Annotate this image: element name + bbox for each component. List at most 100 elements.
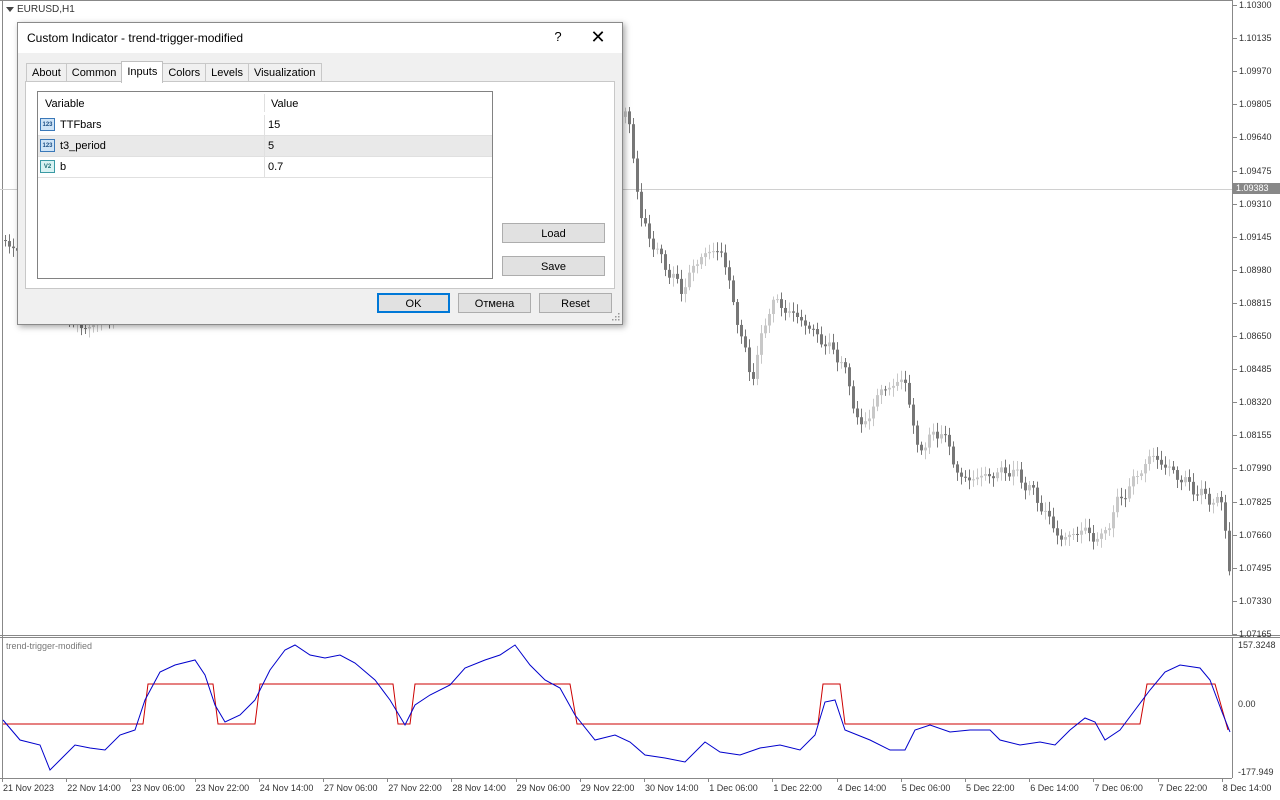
candle-body [892,385,895,388]
custom-indicator-dialog: Custom Indicator - trend-trigger-modifie… [17,22,623,325]
table-row[interactable]: 123 t3_period 5 [38,136,492,157]
reset-button[interactable]: Reset [539,293,612,313]
candle-body [1148,456,1151,464]
candle-body [1132,476,1135,487]
save-button[interactable]: Save [502,256,605,276]
candle-body [628,111,631,125]
candle-body [896,381,899,386]
help-button[interactable]: ? [548,29,568,44]
candle-body [1124,498,1127,500]
candle-body [864,421,867,425]
tab-levels[interactable]: Levels [205,63,249,82]
variable-value[interactable]: 5 [268,136,274,156]
close-icon[interactable]: ✕ [588,27,608,47]
cell-divider [264,157,265,177]
candle-body [640,191,643,219]
price-tick [1233,402,1237,404]
price-scale[interactable]: 1.10300 1.10135 1.09970 1.09805 1.09640 1.094… [1232,0,1280,639]
candle-body [708,251,711,254]
candle-body [1072,533,1075,535]
load-button[interactable]: Load [502,223,605,243]
candle-body [1184,477,1187,483]
candle-body [636,158,639,192]
time-tick [772,778,774,782]
candle-body [988,474,991,477]
candle-body [732,280,735,303]
price-tick [1233,369,1237,371]
table-row[interactable]: V2 b 0.7 [38,157,492,178]
candle-body [748,347,751,373]
candle-body [912,404,915,426]
candle-body [1200,488,1203,496]
dialog-titlebar[interactable]: Custom Indicator - trend-trigger-modifie… [18,23,622,53]
candle-body [1068,534,1071,538]
candle-body [828,342,831,347]
integer-type-icon: 123 [40,118,55,131]
candle-body [1168,466,1171,468]
cancel-button[interactable]: Отмена [458,293,531,313]
time-label: 21 Nov 2023 [3,783,55,793]
price-tick [1233,435,1237,437]
column-header-variable[interactable]: Variable [45,92,85,114]
price-tick [1233,302,1237,304]
price-tick [1233,567,1237,569]
price-label: 1.08650 [1239,331,1272,341]
candle-body [1024,482,1027,491]
candle-body [996,472,999,479]
candle-body [1100,533,1103,539]
time-label: 23 Nov 22:00 [195,783,250,793]
price-label: 1.08815 [1239,297,1272,308]
candle-body [852,386,855,409]
tab-inputs[interactable]: Inputs [121,61,164,83]
column-header-value[interactable]: Value [271,92,298,114]
candle-body [1220,496,1223,503]
candle-body [1044,510,1047,512]
price-tick [1233,5,1237,6]
candle-body [936,431,939,439]
tab-colors[interactable]: Colors [162,63,207,82]
candle-body [872,406,875,419]
candle-body [1052,516,1055,529]
candle-body [904,379,907,383]
candle-body [888,387,891,390]
column-divider[interactable] [264,94,265,112]
tab-common[interactable]: Common [65,63,123,82]
candle-body [656,248,659,250]
candle-body [876,395,879,407]
tab-visualization[interactable]: Visualization [247,63,322,82]
table-row[interactable]: 123 TTFbars 15 [38,115,492,136]
time-label: 28 Nov 14:00 [452,783,506,793]
dropdown-arrow-icon[interactable] [6,7,14,12]
candle-body [624,111,627,117]
candle-body [1180,479,1183,483]
candle-body [1156,455,1159,460]
tab-about[interactable]: About [26,63,67,82]
price-label: 1.09970 [1239,66,1272,77]
candle-body [660,248,663,255]
candle-body [688,272,691,288]
time-tick [836,778,838,782]
time-label: 5 Dec 06:00 [901,783,951,793]
candle-body [1004,467,1007,474]
candle-body [692,265,695,273]
candle-body [784,307,787,313]
variable-value[interactable]: 0.7 [268,157,283,177]
variable-name: b [60,161,67,173]
candle-body [1144,463,1147,474]
candle-body [1188,477,1191,482]
time-tick [130,778,132,782]
candle-body [724,252,727,268]
time-label: 7 Dec 22:00 [1158,783,1208,793]
candle-body [956,464,959,473]
time-tick [965,778,966,782]
candle-body [760,333,763,355]
candle-body [952,446,955,465]
candle-body [1012,469,1015,477]
time-tick [708,778,710,782]
candle-body [1060,535,1063,540]
candle-body [1028,485,1031,491]
resize-grip-icon[interactable] [610,311,620,321]
ok-button[interactable]: OK [377,293,450,313]
inputs-grid[interactable]: Variable Value 123 TTFbars 15 123 t3_per… [37,91,493,279]
variable-value[interactable]: 15 [268,115,280,135]
